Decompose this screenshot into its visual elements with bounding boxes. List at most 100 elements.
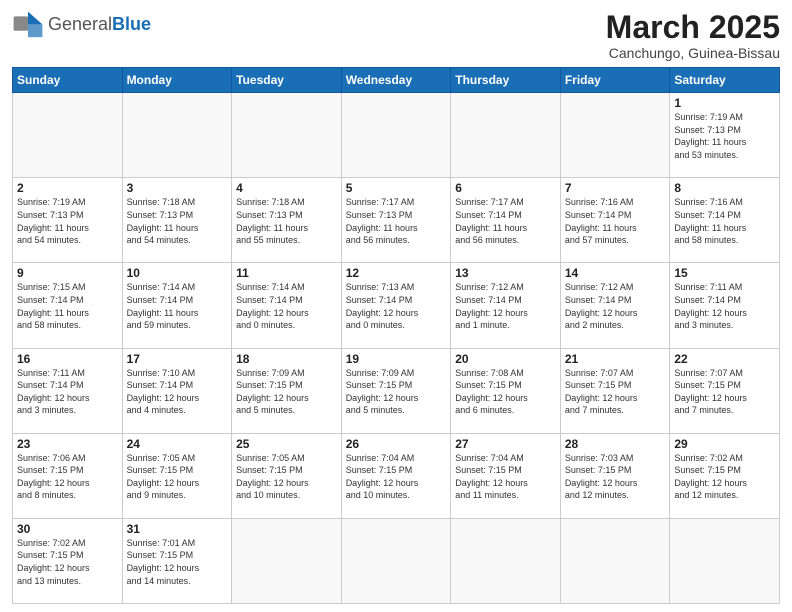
day-number: 2 <box>17 181 118 195</box>
day-number: 20 <box>455 352 556 366</box>
day-number: 21 <box>565 352 666 366</box>
logo-icon <box>12 10 44 38</box>
day-cell: 10Sunrise: 7:14 AM Sunset: 7:14 PM Dayli… <box>122 263 232 348</box>
day-cell: 5Sunrise: 7:17 AM Sunset: 7:13 PM Daylig… <box>341 178 451 263</box>
week-row-0: 1Sunrise: 7:19 AM Sunset: 7:13 PM Daylig… <box>13 93 780 178</box>
day-info: Sunrise: 7:07 AM Sunset: 7:15 PM Dayligh… <box>565 367 666 417</box>
day-cell <box>122 93 232 178</box>
day-number: 13 <box>455 266 556 280</box>
day-cell <box>670 518 780 603</box>
day-cell: 18Sunrise: 7:09 AM Sunset: 7:15 PM Dayli… <box>232 348 342 433</box>
day-cell <box>232 518 342 603</box>
day-number: 22 <box>674 352 775 366</box>
day-cell: 1Sunrise: 7:19 AM Sunset: 7:13 PM Daylig… <box>670 93 780 178</box>
header-sunday: Sunday <box>13 68 123 93</box>
day-info: Sunrise: 7:09 AM Sunset: 7:15 PM Dayligh… <box>346 367 447 417</box>
header: GeneralBlue March 2025 Canchungo, Guinea… <box>12 10 780 61</box>
day-number: 19 <box>346 352 447 366</box>
day-number: 11 <box>236 266 337 280</box>
day-number: 24 <box>127 437 228 451</box>
week-row-1: 2Sunrise: 7:19 AM Sunset: 7:13 PM Daylig… <box>13 178 780 263</box>
day-cell: 29Sunrise: 7:02 AM Sunset: 7:15 PM Dayli… <box>670 433 780 518</box>
day-info: Sunrise: 7:04 AM Sunset: 7:15 PM Dayligh… <box>346 452 447 502</box>
day-cell <box>341 518 451 603</box>
day-cell: 25Sunrise: 7:05 AM Sunset: 7:15 PM Dayli… <box>232 433 342 518</box>
day-cell: 12Sunrise: 7:13 AM Sunset: 7:14 PM Dayli… <box>341 263 451 348</box>
day-number: 27 <box>455 437 556 451</box>
day-number: 3 <box>127 181 228 195</box>
calendar-title: March 2025 <box>606 10 780 45</box>
day-cell <box>232 93 342 178</box>
day-cell: 8Sunrise: 7:16 AM Sunset: 7:14 PM Daylig… <box>670 178 780 263</box>
day-cell: 24Sunrise: 7:05 AM Sunset: 7:15 PM Dayli… <box>122 433 232 518</box>
day-number: 30 <box>17 522 118 536</box>
day-info: Sunrise: 7:19 AM Sunset: 7:13 PM Dayligh… <box>674 111 775 161</box>
day-info: Sunrise: 7:16 AM Sunset: 7:14 PM Dayligh… <box>565 196 666 246</box>
day-info: Sunrise: 7:16 AM Sunset: 7:14 PM Dayligh… <box>674 196 775 246</box>
day-cell <box>560 93 670 178</box>
day-cell <box>451 518 561 603</box>
week-row-5: 30Sunrise: 7:02 AM Sunset: 7:15 PM Dayli… <box>13 518 780 603</box>
day-number: 12 <box>346 266 447 280</box>
day-number: 23 <box>17 437 118 451</box>
day-cell: 14Sunrise: 7:12 AM Sunset: 7:14 PM Dayli… <box>560 263 670 348</box>
calendar-body: 1Sunrise: 7:19 AM Sunset: 7:13 PM Daylig… <box>13 93 780 604</box>
day-cell <box>13 93 123 178</box>
day-info: Sunrise: 7:05 AM Sunset: 7:15 PM Dayligh… <box>127 452 228 502</box>
header-monday: Monday <box>122 68 232 93</box>
day-number: 29 <box>674 437 775 451</box>
day-cell <box>451 93 561 178</box>
day-cell: 22Sunrise: 7:07 AM Sunset: 7:15 PM Dayli… <box>670 348 780 433</box>
day-cell: 3Sunrise: 7:18 AM Sunset: 7:13 PM Daylig… <box>122 178 232 263</box>
logo-text: GeneralBlue <box>48 14 151 35</box>
header-thursday: Thursday <box>451 68 561 93</box>
day-cell: 31Sunrise: 7:01 AM Sunset: 7:15 PM Dayli… <box>122 518 232 603</box>
day-info: Sunrise: 7:14 AM Sunset: 7:14 PM Dayligh… <box>127 281 228 331</box>
day-info: Sunrise: 7:12 AM Sunset: 7:14 PM Dayligh… <box>455 281 556 331</box>
day-cell: 21Sunrise: 7:07 AM Sunset: 7:15 PM Dayli… <box>560 348 670 433</box>
day-info: Sunrise: 7:17 AM Sunset: 7:14 PM Dayligh… <box>455 196 556 246</box>
day-info: Sunrise: 7:04 AM Sunset: 7:15 PM Dayligh… <box>455 452 556 502</box>
day-info: Sunrise: 7:19 AM Sunset: 7:13 PM Dayligh… <box>17 196 118 246</box>
day-number: 7 <box>565 181 666 195</box>
day-cell: 27Sunrise: 7:04 AM Sunset: 7:15 PM Dayli… <box>451 433 561 518</box>
day-number: 31 <box>127 522 228 536</box>
day-cell <box>341 93 451 178</box>
day-info: Sunrise: 7:10 AM Sunset: 7:14 PM Dayligh… <box>127 367 228 417</box>
header-friday: Friday <box>560 68 670 93</box>
day-number: 8 <box>674 181 775 195</box>
header-wednesday: Wednesday <box>341 68 451 93</box>
day-info: Sunrise: 7:11 AM Sunset: 7:14 PM Dayligh… <box>674 281 775 331</box>
day-number: 15 <box>674 266 775 280</box>
day-cell: 19Sunrise: 7:09 AM Sunset: 7:15 PM Dayli… <box>341 348 451 433</box>
day-info: Sunrise: 7:05 AM Sunset: 7:15 PM Dayligh… <box>236 452 337 502</box>
day-info: Sunrise: 7:12 AM Sunset: 7:14 PM Dayligh… <box>565 281 666 331</box>
day-info: Sunrise: 7:17 AM Sunset: 7:13 PM Dayligh… <box>346 196 447 246</box>
header-tuesday: Tuesday <box>232 68 342 93</box>
logo: GeneralBlue <box>12 10 151 38</box>
weekday-row: Sunday Monday Tuesday Wednesday Thursday… <box>13 68 780 93</box>
day-cell: 7Sunrise: 7:16 AM Sunset: 7:14 PM Daylig… <box>560 178 670 263</box>
day-cell: 6Sunrise: 7:17 AM Sunset: 7:14 PM Daylig… <box>451 178 561 263</box>
day-number: 6 <box>455 181 556 195</box>
day-cell <box>560 518 670 603</box>
day-number: 17 <box>127 352 228 366</box>
day-number: 26 <box>346 437 447 451</box>
day-number: 25 <box>236 437 337 451</box>
day-info: Sunrise: 7:06 AM Sunset: 7:15 PM Dayligh… <box>17 452 118 502</box>
day-cell: 28Sunrise: 7:03 AM Sunset: 7:15 PM Dayli… <box>560 433 670 518</box>
week-row-2: 9Sunrise: 7:15 AM Sunset: 7:14 PM Daylig… <box>13 263 780 348</box>
day-number: 14 <box>565 266 666 280</box>
day-info: Sunrise: 7:15 AM Sunset: 7:14 PM Dayligh… <box>17 281 118 331</box>
day-number: 28 <box>565 437 666 451</box>
day-info: Sunrise: 7:03 AM Sunset: 7:15 PM Dayligh… <box>565 452 666 502</box>
day-cell: 20Sunrise: 7:08 AM Sunset: 7:15 PM Dayli… <box>451 348 561 433</box>
day-cell: 9Sunrise: 7:15 AM Sunset: 7:14 PM Daylig… <box>13 263 123 348</box>
week-row-4: 23Sunrise: 7:06 AM Sunset: 7:15 PM Dayli… <box>13 433 780 518</box>
day-number: 1 <box>674 96 775 110</box>
day-info: Sunrise: 7:18 AM Sunset: 7:13 PM Dayligh… <box>236 196 337 246</box>
calendar-subtitle: Canchungo, Guinea-Bissau <box>606 45 780 61</box>
day-info: Sunrise: 7:07 AM Sunset: 7:15 PM Dayligh… <box>674 367 775 417</box>
day-info: Sunrise: 7:02 AM Sunset: 7:15 PM Dayligh… <box>17 537 118 587</box>
week-row-3: 16Sunrise: 7:11 AM Sunset: 7:14 PM Dayli… <box>13 348 780 433</box>
